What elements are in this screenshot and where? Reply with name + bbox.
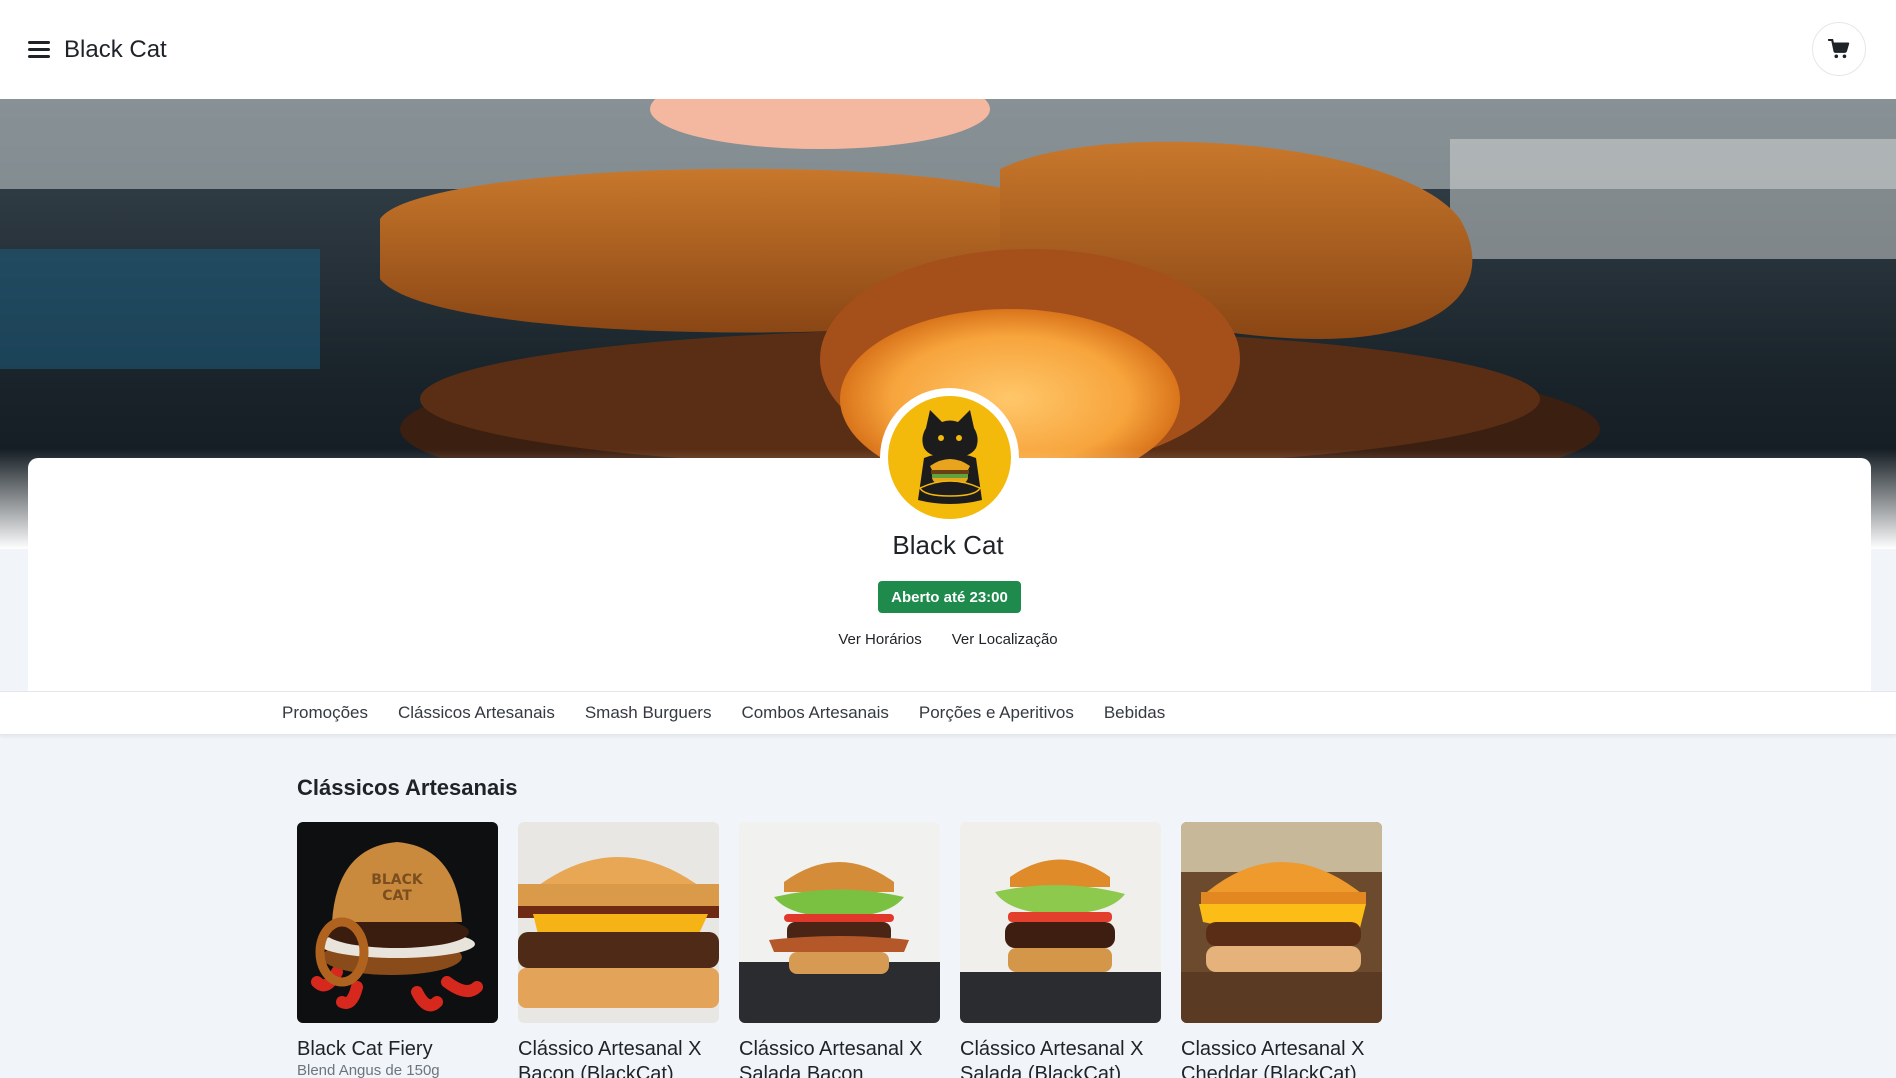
product-image[interactable]	[739, 822, 940, 1023]
product-name: Classico Artesanal X Cheddar (BlackCat)	[1181, 1038, 1365, 1078]
product-name: Clássico Artesanal X Bacon (BlackCat)	[518, 1038, 702, 1078]
svg-text:CAT: CAT	[382, 888, 412, 904]
nav-item-bebidas[interactable]: Bebidas	[1104, 703, 1165, 723]
black-cat-logo-icon	[888, 396, 1011, 519]
cart-button[interactable]	[1812, 22, 1866, 76]
nav-item-smash-burguers[interactable]: Smash Burguers	[585, 703, 712, 723]
product-card[interactable]: Clássico Artesanal X Salada (BlackCat)	[960, 822, 1161, 1078]
product-name: Black Cat Fiery	[297, 1038, 433, 1060]
nav-item-combos-artesanais[interactable]: Combos Artesanais	[741, 703, 888, 723]
product-list: BLACK CAT Black Cat Fiery Blend Angus de…	[297, 822, 1382, 1078]
svg-text:BLACK: BLACK	[371, 872, 424, 888]
product-image[interactable]	[960, 822, 1161, 1023]
brand-title[interactable]: Black Cat	[64, 36, 167, 64]
product-name: Clássico Artesanal X Salada Bacon	[739, 1038, 923, 1078]
product-card[interactable]: Clássico Artesanal X Bacon (BlackCat)	[518, 822, 719, 1078]
product-image[interactable]: BLACK CAT	[297, 822, 498, 1023]
product-card[interactable]: BLACK CAT Black Cat Fiery Blend Angus de…	[297, 822, 498, 1078]
view-hours-link[interactable]: Ver Horários	[838, 631, 921, 648]
product-image[interactable]	[1181, 822, 1382, 1023]
nav-item-classicos-artesanais[interactable]: Clássicos Artesanais	[398, 703, 555, 723]
store-info-links: Ver Horários Ver Localização	[0, 631, 1896, 648]
hamburger-menu-icon[interactable]	[28, 39, 50, 61]
store-name: Black Cat	[892, 530, 1004, 560]
top-header: Black Cat	[0, 0, 1896, 99]
nav-item-porcoes-aperitivos[interactable]: Porções e Aperitivos	[919, 703, 1074, 723]
status-badge: Aberto até 23:00	[878, 581, 1021, 613]
product-name: Clássico Artesanal X Salada (BlackCat)	[960, 1038, 1144, 1078]
product-image[interactable]	[518, 822, 719, 1023]
section-title: Clássicos Artesanais	[297, 775, 518, 800]
product-description: Blend Angus de 150g	[297, 1062, 440, 1078]
product-card[interactable]: Clássico Artesanal X Salada Bacon	[739, 822, 940, 1078]
category-nav: Promoções Clássicos Artesanais Smash Bur…	[0, 691, 1896, 735]
store-logo	[880, 388, 1019, 527]
product-card[interactable]: Classico Artesanal X Cheddar (BlackCat)	[1181, 822, 1382, 1078]
shopping-cart-icon	[1828, 39, 1850, 59]
nav-item-promocoes[interactable]: Promoções	[282, 703, 368, 723]
view-location-link[interactable]: Ver Localização	[952, 631, 1058, 648]
